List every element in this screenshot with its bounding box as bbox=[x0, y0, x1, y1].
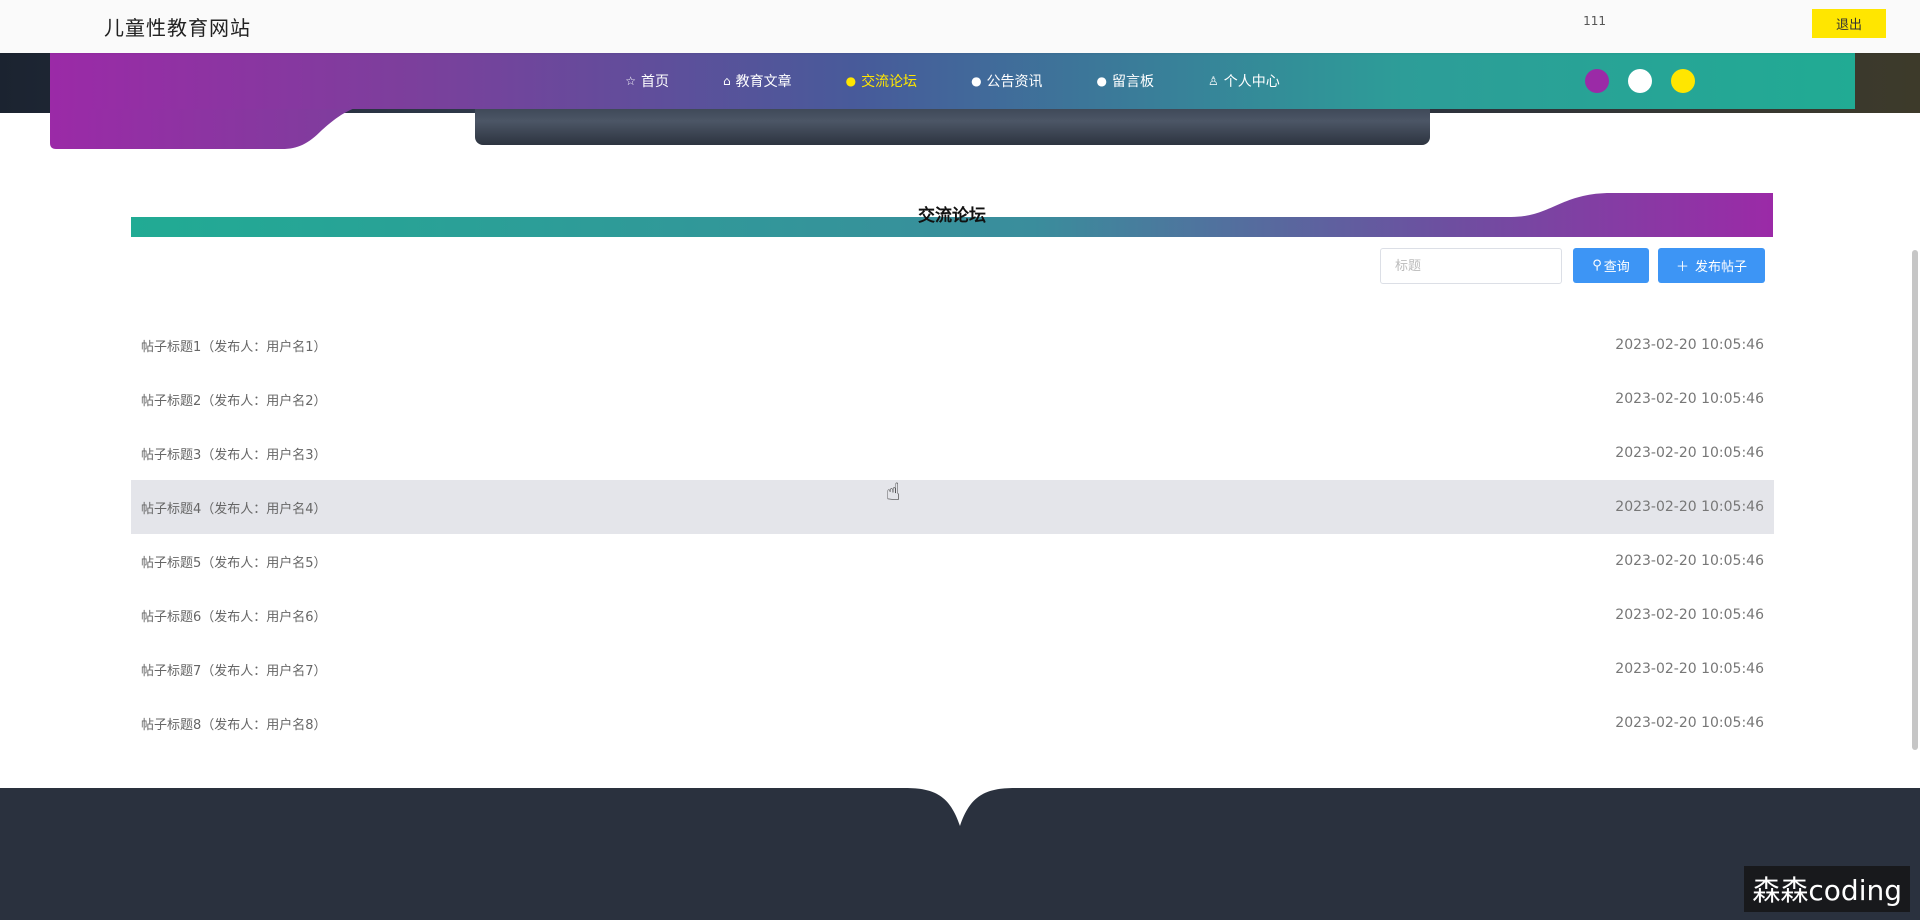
nav-item-4[interactable]: ● 留言板 bbox=[1097, 71, 1154, 91]
nav-item-label: 留言板 bbox=[1112, 74, 1155, 90]
search-button-label: 查询 bbox=[1603, 260, 1630, 275]
pointer-cursor-icon: ☝ bbox=[886, 478, 901, 506]
post-row[interactable]: 帖子标题7（发布人：用户名7） 2023-02-20 10:05:46 bbox=[131, 642, 1774, 696]
search-button[interactable]: ⚲ 查询 bbox=[1573, 248, 1649, 283]
theme-yellow-dot[interactable] bbox=[1671, 69, 1695, 93]
nav-item-2[interactable]: ● 交流论坛 bbox=[846, 71, 917, 91]
watermark: 森森coding bbox=[1744, 866, 1910, 912]
current-username: 111 bbox=[1583, 14, 1606, 28]
nav-item-label: 公告资讯 bbox=[986, 74, 1043, 90]
nav-item-label: 首页 bbox=[640, 74, 669, 90]
footer-notch bbox=[905, 786, 1015, 826]
nav-item-label: 教育文章 bbox=[735, 74, 792, 90]
main-navbar: ☆ 首页 ⌂ 教育文章 ● 交流论坛 ● 公告资讯 ● 留言板 ♙ 个人中心 bbox=[50, 53, 1855, 109]
post-title[interactable]: 帖子标题5（发布人：用户名5） bbox=[141, 552, 327, 571]
theme-purple-dot[interactable] bbox=[1585, 69, 1609, 93]
post-title[interactable]: 帖子标题4（发布人：用户名4） bbox=[141, 498, 327, 517]
publish-post-label: 发布帖子 bbox=[1695, 260, 1748, 275]
banner-city-photo bbox=[475, 105, 1430, 145]
nav-item-icon: ● bbox=[1096, 74, 1108, 88]
publish-post-button[interactable]: ＋ 发布帖子 bbox=[1658, 248, 1765, 283]
search-icon: ⚲ bbox=[1592, 258, 1602, 273]
site-title: 儿童性教育网站 bbox=[104, 16, 251, 40]
nav-item-3[interactable]: ● 公告资讯 bbox=[971, 71, 1042, 91]
logout-button[interactable]: 退出 bbox=[1812, 9, 1886, 38]
post-time: 2023-02-20 10:05:46 bbox=[1615, 553, 1764, 569]
nav-item-0[interactable]: ☆ 首页 bbox=[625, 71, 669, 91]
nav-item-label: 交流论坛 bbox=[861, 74, 918, 90]
nav-item-label: 个人中心 bbox=[1223, 74, 1280, 90]
post-title[interactable]: 帖子标题6（发布人：用户名6） bbox=[141, 606, 327, 625]
scrollbar-thumb[interactable] bbox=[1912, 250, 1918, 750]
post-time: 2023-02-20 10:05:46 bbox=[1615, 337, 1764, 353]
section-title: 交流论坛 bbox=[918, 206, 986, 226]
theme-white-dot[interactable] bbox=[1628, 69, 1652, 93]
post-time: 2023-02-20 10:05:46 bbox=[1615, 499, 1764, 515]
post-time: 2023-02-20 10:05:46 bbox=[1615, 445, 1764, 461]
post-row[interactable]: 帖子标题4（发布人：用户名4） 2023-02-20 10:05:46 bbox=[131, 480, 1774, 534]
post-time: 2023-02-20 10:05:46 bbox=[1615, 391, 1764, 407]
nav-item-icon: ⌂ bbox=[722, 74, 731, 88]
post-time: 2023-02-20 10:05:46 bbox=[1615, 607, 1764, 623]
post-title[interactable]: 帖子标题1（发布人：用户名1） bbox=[141, 336, 327, 355]
post-title[interactable]: 帖子标题8（发布人：用户名8） bbox=[141, 714, 327, 733]
nav-item-1[interactable]: ⌂ 教育文章 bbox=[723, 71, 792, 91]
post-row[interactable]: 帖子标题3（发布人：用户名3） 2023-02-20 10:05:46 bbox=[131, 426, 1774, 480]
post-title[interactable]: 帖子标题2（发布人：用户名2） bbox=[141, 390, 327, 409]
nav-item-5[interactable]: ♙ 个人中心 bbox=[1208, 71, 1280, 91]
post-list: 帖子标题1（发布人：用户名1） 2023-02-20 10:05:46 帖子标题2（… bbox=[131, 318, 1774, 750]
top-bar: 儿童性教育网站 111 退出 bbox=[0, 0, 1920, 53]
post-time: 2023-02-20 10:05:46 bbox=[1615, 661, 1764, 677]
post-row[interactable]: 帖子标题2（发布人：用户名2） 2023-02-20 10:05:46 bbox=[131, 372, 1774, 426]
nav-item-icon: ☆ bbox=[625, 74, 636, 88]
post-row[interactable]: 帖子标题6（发布人：用户名6） 2023-02-20 10:05:46 bbox=[131, 588, 1774, 642]
post-row[interactable]: 帖子标题1（发布人：用户名1） 2023-02-20 10:05:46 bbox=[131, 318, 1774, 372]
nav-item-icon: ● bbox=[971, 74, 982, 88]
post-title[interactable]: 帖子标题3（发布人：用户名3） bbox=[141, 444, 327, 463]
plus-icon: ＋ bbox=[1675, 260, 1689, 275]
post-time: 2023-02-20 10:05:46 bbox=[1615, 715, 1764, 731]
title-search-input[interactable] bbox=[1380, 248, 1562, 284]
nav-item-icon: ♙ bbox=[1208, 74, 1219, 88]
post-row[interactable]: 帖子标题5（发布人：用户名5） 2023-02-20 10:05:46 bbox=[131, 534, 1774, 588]
nav-item-icon: ● bbox=[845, 74, 857, 88]
post-title[interactable]: 帖子标题7（发布人：用户名7） bbox=[141, 660, 327, 679]
